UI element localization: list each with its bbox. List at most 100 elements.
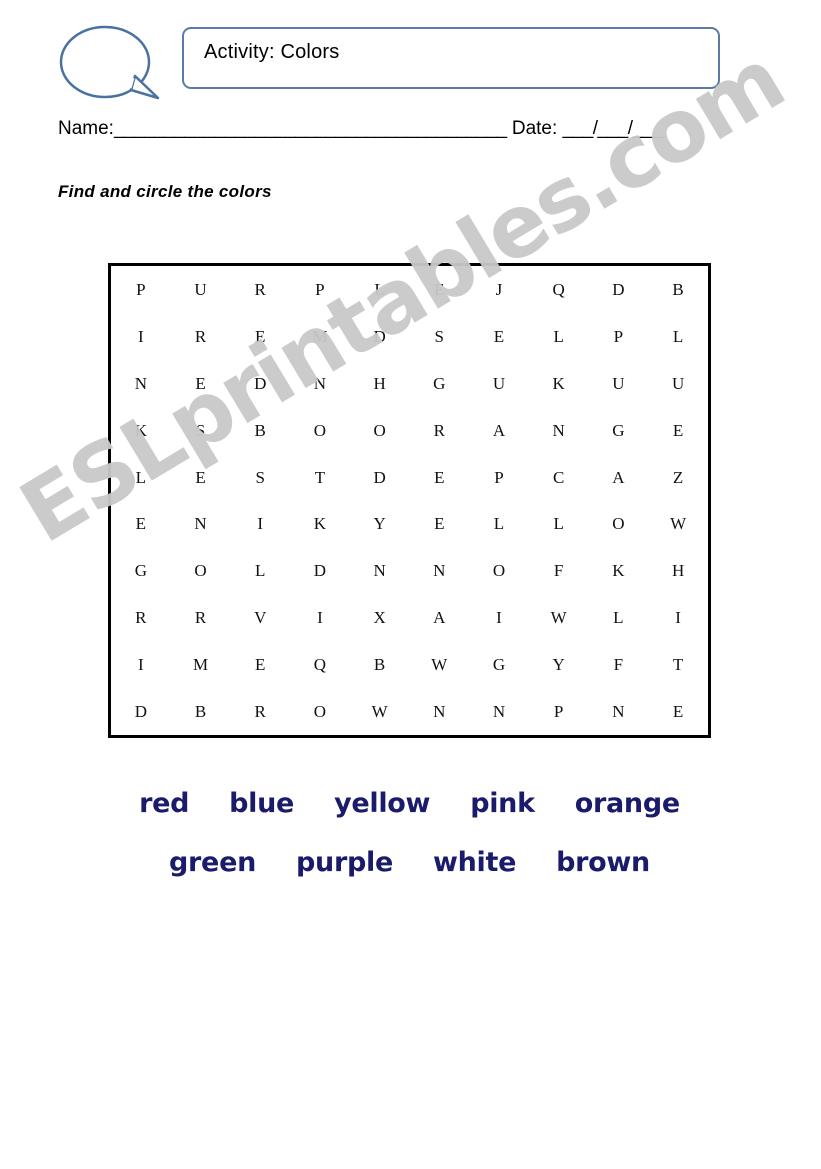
letter-cell[interactable]: B <box>648 266 708 313</box>
letter-cell[interactable]: L <box>230 547 290 594</box>
letter-cell[interactable]: O <box>350 407 410 454</box>
letter-cell[interactable]: E <box>111 500 171 547</box>
letter-cell[interactable]: P <box>290 266 350 313</box>
letter-cell[interactable]: H <box>648 547 708 594</box>
letter-cell[interactable]: E <box>648 688 708 735</box>
letter-cell[interactable]: Y <box>350 500 410 547</box>
letter-cell[interactable]: P <box>529 688 589 735</box>
letter-cell[interactable]: W <box>350 688 410 735</box>
letter-cell[interactable]: G <box>409 360 469 407</box>
letter-cell[interactable]: T <box>290 454 350 501</box>
letter-cell[interactable]: A <box>589 454 649 501</box>
letter-cell[interactable]: U <box>648 360 708 407</box>
letter-cell[interactable]: A <box>469 407 529 454</box>
letter-cell[interactable]: F <box>589 641 649 688</box>
letter-cell[interactable]: I <box>111 641 171 688</box>
letter-cell[interactable]: C <box>529 454 589 501</box>
letter-cell[interactable]: M <box>290 313 350 360</box>
letter-cell[interactable]: L <box>529 313 589 360</box>
letter-cell[interactable]: I <box>648 594 708 641</box>
letter-cell[interactable]: D <box>111 688 171 735</box>
letter-cell[interactable]: L <box>589 594 649 641</box>
letter-cell[interactable]: L <box>529 500 589 547</box>
letter-cell[interactable]: P <box>589 313 649 360</box>
letter-cell[interactable]: N <box>290 360 350 407</box>
letter-cell[interactable]: F <box>529 547 589 594</box>
letter-cell[interactable]: G <box>111 547 171 594</box>
letter-cell[interactable]: E <box>171 360 231 407</box>
date-blank-rule[interactable]: ___/___/___ <box>563 118 664 139</box>
letter-cell[interactable]: N <box>111 360 171 407</box>
letter-cell[interactable]: O <box>290 688 350 735</box>
letter-cell[interactable]: N <box>469 688 529 735</box>
letter-cell[interactable]: R <box>230 688 290 735</box>
letter-cell[interactable]: J <box>469 266 529 313</box>
word-list-item[interactable]: green <box>169 847 256 878</box>
letter-cell[interactable]: W <box>529 594 589 641</box>
letter-cell[interactable]: I <box>111 313 171 360</box>
letter-cell[interactable]: O <box>589 500 649 547</box>
letter-cell[interactable]: P <box>469 454 529 501</box>
letter-cell[interactable]: O <box>469 547 529 594</box>
letter-cell[interactable]: B <box>350 641 410 688</box>
letter-cell[interactable]: Z <box>648 454 708 501</box>
letter-cell[interactable]: S <box>230 454 290 501</box>
letter-cell[interactable]: N <box>589 688 649 735</box>
word-list-item[interactable]: orange <box>575 788 680 819</box>
letter-cell[interactable]: D <box>290 547 350 594</box>
letter-cell[interactable]: N <box>350 547 410 594</box>
letter-cell[interactable]: I <box>290 594 350 641</box>
letter-cell[interactable]: L <box>648 313 708 360</box>
letter-cell[interactable]: U <box>469 360 529 407</box>
letter-cell[interactable]: E <box>171 454 231 501</box>
letter-cell[interactable]: L <box>469 500 529 547</box>
letter-cell[interactable]: D <box>350 313 410 360</box>
letter-cell[interactable]: I <box>230 500 290 547</box>
letter-cell[interactable]: V <box>230 594 290 641</box>
letter-cell[interactable]: R <box>230 266 290 313</box>
letter-cell[interactable]: L <box>111 454 171 501</box>
letter-cell[interactable]: S <box>171 407 231 454</box>
word-list-item[interactable]: pink <box>470 788 535 819</box>
letter-cell[interactable]: E <box>409 500 469 547</box>
letter-cell[interactable]: E <box>648 407 708 454</box>
letter-cell[interactable]: K <box>529 360 589 407</box>
letter-cell[interactable]: Q <box>529 266 589 313</box>
letter-cell[interactable]: N <box>171 500 231 547</box>
letter-cell[interactable]: E <box>230 313 290 360</box>
letter-cell[interactable]: R <box>409 407 469 454</box>
letter-cell[interactable]: T <box>648 641 708 688</box>
letter-cell[interactable]: E <box>469 313 529 360</box>
letter-cell[interactable]: K <box>111 407 171 454</box>
word-list-item[interactable]: brown <box>556 847 650 878</box>
letter-cell[interactable]: E <box>409 266 469 313</box>
letter-cell[interactable]: H <box>350 360 410 407</box>
letter-cell[interactable]: W <box>648 500 708 547</box>
letter-cell[interactable]: O <box>171 547 231 594</box>
letter-cell[interactable]: U <box>589 360 649 407</box>
word-list-item[interactable]: red <box>139 788 189 819</box>
letter-cell[interactable]: K <box>589 547 649 594</box>
letter-cell[interactable]: L <box>350 266 410 313</box>
word-list-item[interactable]: blue <box>229 788 294 819</box>
letter-cell[interactable]: M <box>171 641 231 688</box>
letter-cell[interactable]: G <box>469 641 529 688</box>
letter-cell[interactable]: E <box>230 641 290 688</box>
letter-cell[interactable]: N <box>409 688 469 735</box>
letter-cell[interactable]: O <box>290 407 350 454</box>
letter-cell[interactable]: A <box>409 594 469 641</box>
letter-cell[interactable]: X <box>350 594 410 641</box>
letter-cell[interactable]: P <box>111 266 171 313</box>
letter-cell[interactable]: D <box>230 360 290 407</box>
letter-cell[interactable]: G <box>589 407 649 454</box>
letter-cell[interactable]: Q <box>290 641 350 688</box>
word-list-item[interactable]: yellow <box>334 788 430 819</box>
letter-cell[interactable]: D <box>589 266 649 313</box>
letter-cell[interactable]: Y <box>529 641 589 688</box>
letter-cell[interactable]: R <box>171 594 231 641</box>
word-list-item[interactable]: purple <box>296 847 393 878</box>
letter-cell[interactable]: W <box>409 641 469 688</box>
word-list-item[interactable]: white <box>433 847 516 878</box>
letter-cell[interactable]: N <box>529 407 589 454</box>
letter-cell[interactable]: R <box>171 313 231 360</box>
